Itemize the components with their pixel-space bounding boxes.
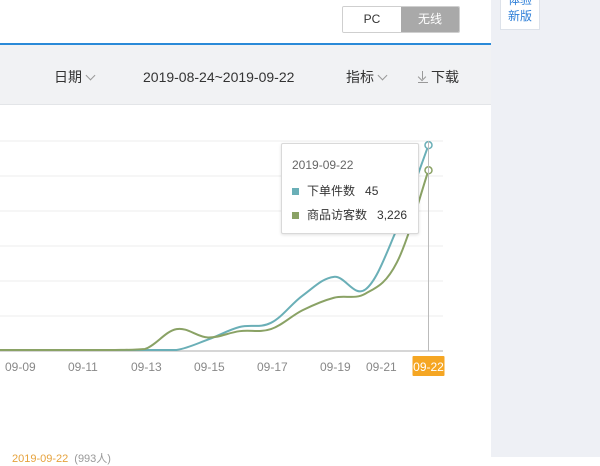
date-range-picker[interactable]: 2019-08-24~2019-09-22 bbox=[143, 45, 294, 105]
x-tick-label-2: 09-13 bbox=[131, 360, 162, 374]
tooltip-series-name: 商品访客数 bbox=[307, 208, 368, 222]
chart-tooltip: 2019-09-22 下单件数 45 商品访客数 3,226 bbox=[281, 143, 419, 234]
bottom-summary-peek: 2019-09-22 (993人) bbox=[12, 450, 111, 466]
chevron-down-icon bbox=[377, 70, 388, 81]
download-label: 下载 bbox=[431, 69, 459, 85]
device-option-wireless[interactable]: 无线 bbox=[401, 7, 459, 32]
x-tick-label-4: 09-17 bbox=[257, 360, 288, 374]
chevron-down-icon bbox=[85, 70, 96, 81]
legend-swatch bbox=[292, 212, 299, 219]
tooltip-series-value: 45 bbox=[365, 184, 379, 198]
device-option-pc[interactable]: PC bbox=[343, 7, 401, 32]
date-range-text: 2019-08-24~2019-09-22 bbox=[143, 69, 295, 85]
try-new-version-link[interactable]: 体验 新版 bbox=[500, 0, 540, 30]
tooltip-row-visitors: 商品访客数 3,226 bbox=[292, 206, 407, 223]
device-switch: PC 无线 bbox=[342, 6, 460, 33]
tooltip-row-orders: 下单件数 45 bbox=[292, 182, 378, 199]
tooltip-series-value: 3,226 bbox=[377, 208, 408, 222]
x-tick-label-5: 09-19 bbox=[320, 360, 351, 374]
x-tick-label-3: 09-15 bbox=[194, 360, 225, 374]
try-new-version-line1: 体验 bbox=[507, 0, 532, 7]
x-tick-label-7: 09-22 bbox=[413, 360, 444, 374]
metric-dropdown[interactable]: 指标 bbox=[346, 45, 388, 105]
bottom-summary-extra: (993人) bbox=[74, 453, 111, 465]
bottom-summary-date: 2019-09-22 bbox=[12, 453, 69, 465]
chart-x-axis: 09-09 09-11 09-13 09-15 09-17 09-19 09-21 09-22 bbox=[5, 356, 445, 376]
tooltip-date: 2019-09-22 bbox=[292, 158, 354, 172]
x-tick-label-1: 09-11 bbox=[68, 360, 98, 374]
x-tick-label-0: 09-09 bbox=[5, 360, 36, 374]
tooltip-series-name: 下单件数 bbox=[307, 184, 356, 198]
chart-toolbar: 日期 2019-08-24~2019-09-22 指标 下载 bbox=[0, 45, 491, 105]
download-icon bbox=[418, 71, 428, 83]
metric-dropdown-label: 指标 bbox=[346, 69, 374, 85]
date-dropdown-label: 日期 bbox=[54, 69, 82, 85]
x-tick-label-6: 09-21 bbox=[366, 360, 397, 374]
download-button[interactable]: 下载 bbox=[418, 45, 459, 105]
date-dropdown[interactable]: 日期 bbox=[54, 45, 96, 105]
legend-swatch bbox=[292, 188, 299, 195]
right-side-strip bbox=[491, 0, 600, 457]
try-new-version-line2: 新版 bbox=[507, 9, 532, 23]
